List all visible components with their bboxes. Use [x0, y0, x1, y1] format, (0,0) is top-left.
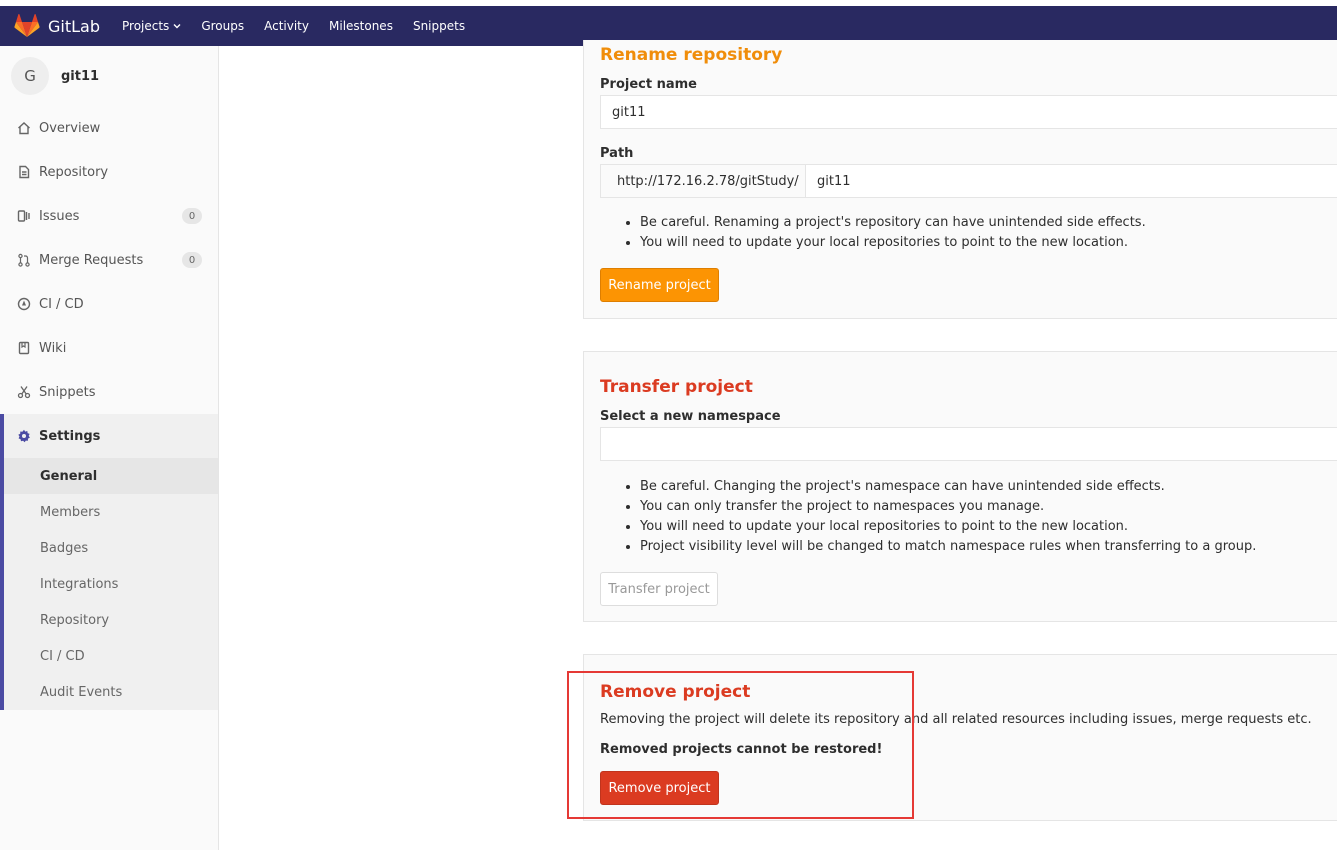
remove-project-title: Remove project — [600, 682, 751, 702]
sidebar-item-ci-cd[interactable]: CI / CD — [0, 282, 218, 326]
namespace-select[interactable] — [600, 427, 1337, 461]
path-label: Path — [600, 146, 634, 161]
nav-activity[interactable]: Activity — [264, 19, 309, 33]
nav-milestones-label: Milestones — [329, 19, 393, 33]
rename-repository-title: Rename repository — [600, 45, 783, 65]
gitlab-fox-icon — [14, 14, 40, 37]
transfer-note: Project visibility level will be changed… — [640, 537, 1256, 557]
sidebar-item-wiki[interactable]: Wiki — [0, 326, 218, 370]
settings-sub-badges[interactable]: Badges — [4, 530, 218, 566]
sidebar-item-repository[interactable]: Repository — [0, 150, 218, 194]
project-avatar: G — [11, 57, 49, 95]
remove-project-warning: Removed projects cannot be restored! — [600, 742, 883, 757]
sidebar-item-label: Wiki — [39, 340, 67, 356]
transfer-project-title: Transfer project — [600, 377, 753, 397]
namespace-label: Select a new namespace — [600, 409, 781, 424]
path-prefix-addon: http://172.16.2.78/gitStudy/ — [600, 164, 806, 198]
sidebar-item-label: Issues — [39, 208, 80, 224]
sidebar-item-merge-requests[interactable]: Merge Requests 0 — [0, 238, 218, 282]
rename-note: You will need to update your local repos… — [640, 233, 1146, 253]
rename-project-button[interactable]: Rename project — [600, 268, 719, 302]
brand-name: GitLab — [48, 16, 100, 36]
sidebar-item-overview[interactable]: Overview — [0, 106, 218, 150]
doc-icon — [16, 164, 32, 180]
settings-sub-repository[interactable]: Repository — [4, 602, 218, 638]
transfer-project-button[interactable]: Transfer project — [600, 572, 718, 606]
home-icon — [16, 120, 32, 136]
rename-note: Be careful. Renaming a project's reposit… — [640, 213, 1146, 233]
nav-groups-label: Groups — [201, 19, 245, 33]
gitlab-logo[interactable]: GitLab — [14, 14, 100, 38]
settings-sub-integrations[interactable]: Integrations — [4, 566, 218, 602]
settings-section: Settings General Members Badges Integrat… — [0, 414, 218, 710]
settings-sub-members[interactable]: Members — [4, 494, 218, 530]
sidebar-item-label: Settings — [39, 428, 101, 444]
transfer-notes: Be careful. Changing the project's names… — [600, 477, 1256, 557]
remove-project-panel: Remove project Removing the project will… — [583, 654, 1337, 821]
transfer-note: You will need to update your local repos… — [640, 517, 1256, 537]
project-sidebar: G git11 Overview Repository Issues 0 Mer… — [0, 46, 219, 850]
sidebar-item-label: Repository — [39, 164, 109, 180]
remove-project-description: Removing the project will delete its rep… — [600, 712, 1312, 727]
settings-sub-audit-events[interactable]: Audit Events — [4, 674, 218, 710]
path-value: git11 — [817, 173, 851, 189]
nav-activity-label: Activity — [264, 19, 309, 33]
scissors-icon — [16, 384, 32, 400]
remove-project-button[interactable]: Remove project — [600, 771, 719, 805]
project-name-value: git11 — [612, 104, 646, 120]
sidebar-item-label: CI / CD — [39, 296, 84, 312]
transfer-note: You can only transfer the project to nam… — [640, 497, 1256, 517]
chevron-down-icon — [173, 24, 181, 29]
project-name-input[interactable]: git11 — [600, 95, 1337, 129]
sidebar-item-settings[interactable]: Settings — [4, 414, 218, 458]
nav-projects[interactable]: Projects — [122, 19, 181, 33]
rename-repository-panel: Rename repository Project name git11 Pat… — [583, 40, 1337, 319]
project-name: git11 — [61, 68, 100, 84]
nav-milestones[interactable]: Milestones — [329, 19, 393, 33]
sidebar-item-snippets[interactable]: Snippets — [0, 370, 218, 414]
sidebar-item-label: Merge Requests — [39, 252, 144, 268]
sidebar-item-label: Overview — [39, 120, 101, 136]
transfer-note: Be careful. Changing the project's names… — [640, 477, 1256, 497]
rename-notes: Be careful. Renaming a project's reposit… — [600, 213, 1146, 253]
book-icon — [16, 340, 32, 356]
issues-icon — [16, 208, 32, 224]
settings-sub-general[interactable]: General — [4, 458, 218, 494]
transfer-project-panel: Transfer project Select a new namespace … — [583, 351, 1337, 622]
path-input[interactable]: git11 — [805, 164, 1337, 198]
merge-requests-count-badge: 0 — [182, 252, 202, 268]
sidebar-item-label: Snippets — [39, 384, 96, 400]
gear-icon — [16, 428, 32, 444]
project-name-label: Project name — [600, 77, 697, 92]
sidebar-item-issues[interactable]: Issues 0 — [0, 194, 218, 238]
nav-snippets[interactable]: Snippets — [413, 19, 465, 33]
sidebar-project-header[interactable]: G git11 — [0, 46, 218, 106]
rocket-icon — [16, 296, 32, 312]
nav-snippets-label: Snippets — [412, 19, 466, 33]
merge-icon — [16, 252, 32, 268]
nav-groups[interactable]: Groups — [201, 19, 244, 33]
settings-sub-ci-cd[interactable]: CI / CD — [4, 638, 218, 674]
nav-projects-label: Projects — [122, 19, 170, 33]
issues-count-badge: 0 — [182, 208, 202, 224]
